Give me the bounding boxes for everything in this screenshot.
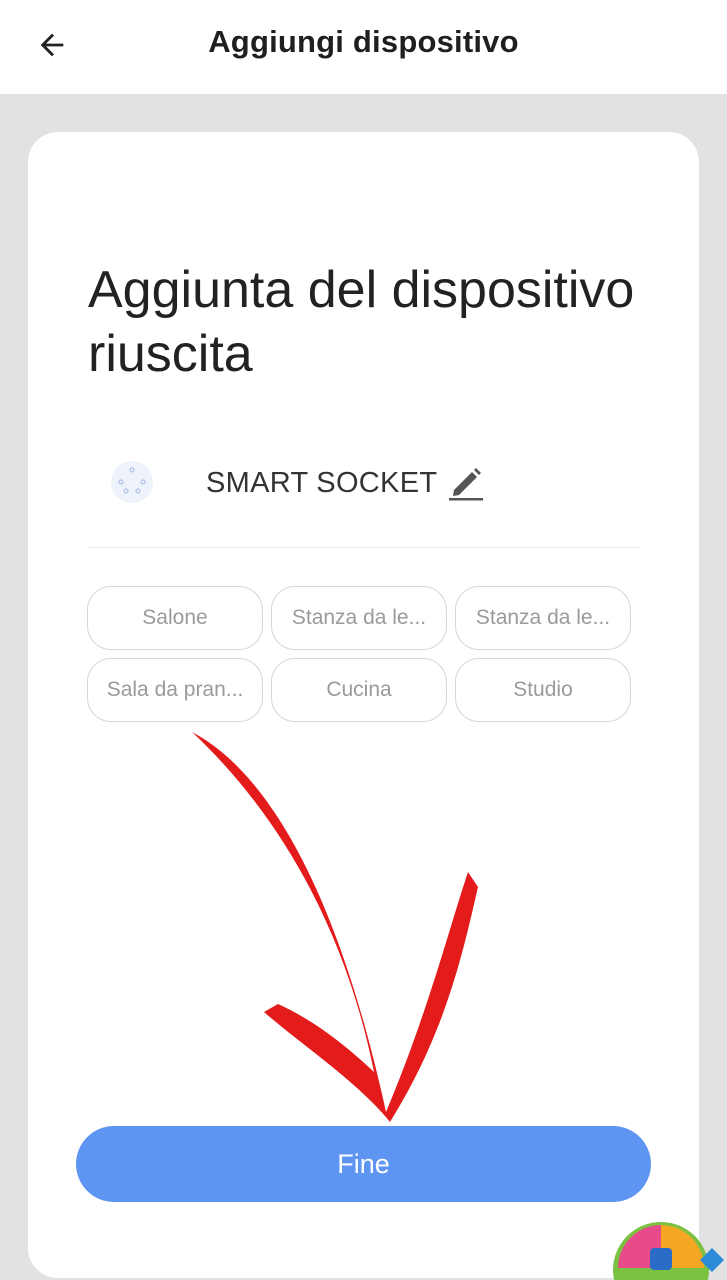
room-chip-label: Salone [142,606,208,629]
pencil-icon[interactable] [446,462,486,502]
room-chip-grid: Salone Stanza da le... Stanza da le... S… [87,586,633,722]
red-arrow-annotation [192,732,478,1122]
room-chip-label: Sala da pran... [106,678,244,701]
room-chip-stanza-da-letto-2[interactable]: Stanza da le... [455,586,631,650]
device-icon [111,461,153,503]
room-chip-label: Stanza da le... [291,606,427,629]
room-chip-stanza-da-letto-1[interactable]: Stanza da le... [271,586,447,650]
divider [88,547,640,548]
device-name: SMART SOCKET [206,467,438,499]
room-chip-label: Studio [513,678,573,701]
top-app-bar: Aggiungi dispositivo [0,0,727,94]
device-row: SMART SOCKET [88,450,640,518]
room-chip-label: Stanza da le... [475,606,611,629]
success-headline: Aggiunta del dispositivo riuscita [88,261,635,383]
done-button[interactable]: Fine [76,1126,651,1202]
room-chip-label: Cucina [326,678,392,701]
success-card: Aggiunta del dispositivo riuscita SMART … [28,132,699,1278]
room-chip-salone[interactable]: Salone [87,586,263,650]
page-title: Aggiungi dispositivo [208,24,519,59]
watermark-logo [613,1222,724,1280]
